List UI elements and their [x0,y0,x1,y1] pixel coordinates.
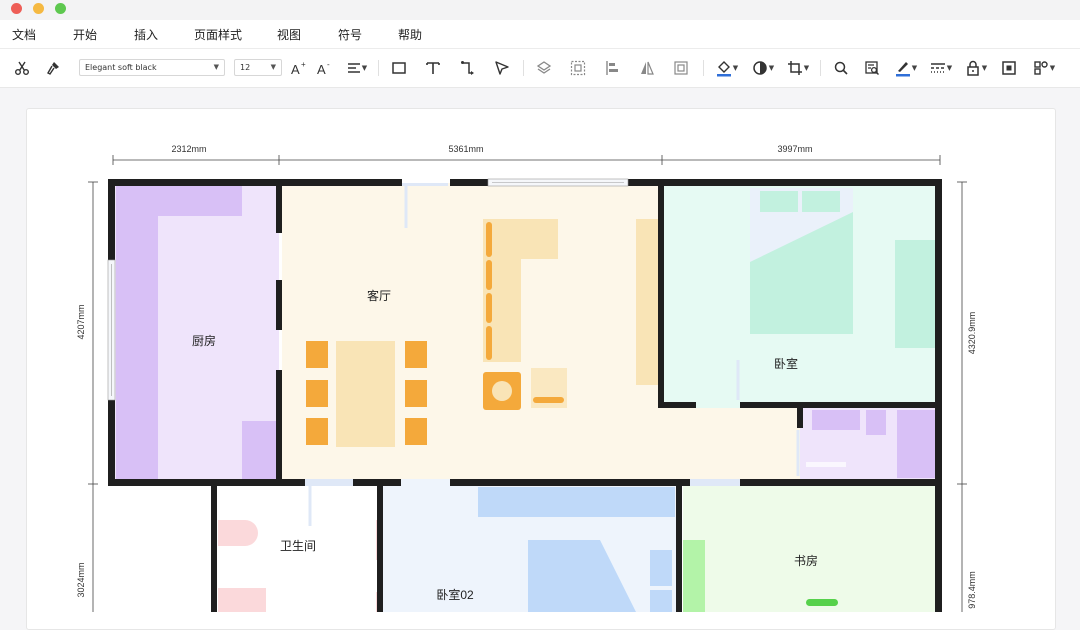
dimension-label-top-1: 2312mm [171,144,206,154]
dimension-label-left-2: 3024mm [76,562,86,597]
floor-plan[interactable]: 2312mm 5361mm 3997mm 4207mm 3024mm 4320.… [0,0,1080,612]
dimension-label-top-2: 5361mm [448,144,483,154]
dimension-label-top-3: 3997mm [777,144,812,154]
room-label-bedroom: 卧室 [774,356,798,371]
room-label-bedroom02: 卧室02 [436,587,474,602]
dimension-label-left-1: 4207mm [76,304,86,339]
study-floor [683,484,938,612]
left-dimension-line [88,181,98,612]
top-dimension-line [112,155,941,165]
room-label-study: 书房 [794,553,818,568]
right-dimension-line [957,181,967,612]
room-label-bathroom: 卫生间 [280,539,316,553]
room-label-kitchen: 厨房 [192,333,216,348]
room-label-living: 客厅 [367,288,391,303]
dimension-label-right-1: 4320.9mm [967,312,977,355]
dimension-label-right-2: 978.4mm [967,571,977,609]
